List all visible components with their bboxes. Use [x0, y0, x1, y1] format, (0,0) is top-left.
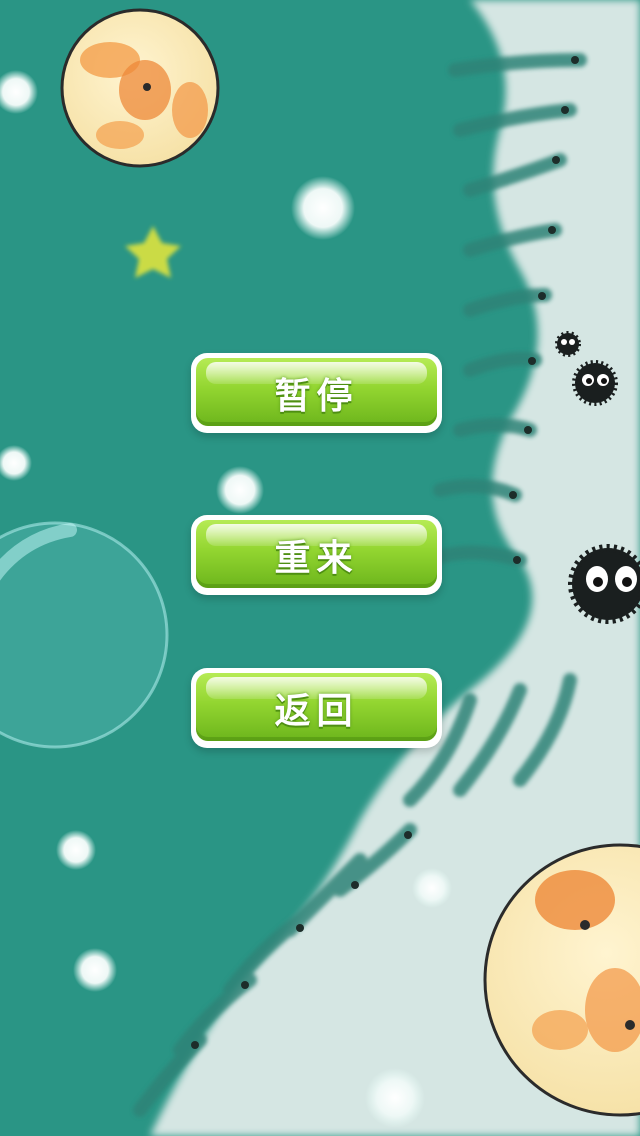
back-button[interactable]: 返回: [191, 668, 442, 748]
soot-creature-large: [568, 544, 640, 624]
star-icon: [125, 226, 181, 278]
restart-button[interactable]: 重来: [191, 515, 442, 595]
pause-button-label: 暂停: [274, 376, 359, 417]
soot-creature-medium: [572, 360, 618, 406]
orange-cell-top: [60, 8, 220, 168]
pause-button[interactable]: 暂停: [191, 353, 442, 433]
restart-button-label: 重来: [274, 538, 359, 579]
soot-creature-small: [555, 331, 581, 357]
back-button-label: 返回: [274, 691, 359, 732]
bubble: [0, 521, 169, 749]
